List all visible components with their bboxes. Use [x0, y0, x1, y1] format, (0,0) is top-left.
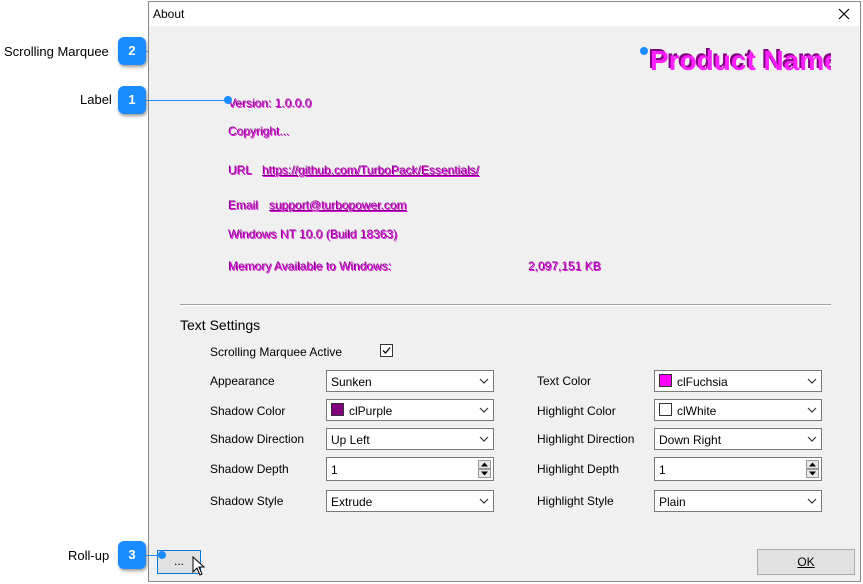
chevron-down-icon	[807, 498, 817, 504]
highlight-color-select[interactable]: clWhite	[654, 399, 822, 421]
url-link[interactable]: https://github.com/TurboPack/Essentials/	[263, 164, 480, 178]
spin-down-button[interactable]	[806, 469, 819, 478]
marquee-active-checkbox[interactable]	[380, 344, 393, 357]
callout-dot-1	[224, 96, 232, 104]
chevron-down-icon	[807, 407, 817, 413]
marquee-text: Product Name	[650, 45, 831, 76]
highlight-direction-value: Down Right	[659, 433, 722, 447]
title-bar: About	[149, 2, 860, 26]
text-color-select[interactable]: clFuchsia	[654, 370, 822, 392]
highlight-depth-value: 1	[659, 463, 666, 477]
callout-badge-2: 2	[118, 37, 146, 65]
shadow-color-label: Shadow Color	[210, 404, 286, 418]
shadow-style-label: Shadow Style	[210, 494, 284, 508]
highlight-direction-label: Highlight Direction	[537, 432, 635, 446]
callout-badge-1: 1	[118, 86, 146, 114]
text-settings-title: Text Settings	[180, 317, 261, 333]
about-dialog: About Product Name Version: 1.0.0.0 Copy…	[148, 1, 861, 582]
shadow-depth-spinner[interactable]: 1	[326, 457, 494, 481]
shadow-color-select[interactable]: clPurple	[326, 399, 494, 421]
callout-dot-2	[640, 47, 648, 55]
appearance-value: Sunken	[331, 375, 372, 389]
highlight-direction-select[interactable]: Down Right	[654, 428, 822, 450]
scrolling-marquee: Product Name	[650, 42, 831, 84]
chevron-down-icon	[479, 407, 489, 413]
mouse-pointer-icon	[192, 556, 206, 576]
chevron-down-icon	[479, 436, 489, 442]
shadow-style-value: Extrude	[331, 495, 373, 509]
close-icon[interactable]	[834, 4, 854, 24]
memory-label: Memory Available to Windows:	[229, 260, 393, 274]
version-label: Version: 1.0.0.0	[229, 97, 313, 111]
email-link-wrap: support@turbopower.com	[270, 199, 408, 213]
text-color-value: clFuchsia	[677, 375, 728, 389]
url-label: URL	[229, 164, 254, 178]
chevron-down-icon	[807, 378, 817, 384]
url-link-wrap: https://github.com/TurboPack/Essentials/	[263, 164, 480, 178]
copyright-label: Copyright...	[229, 125, 291, 139]
triangle-up-icon	[809, 462, 816, 467]
highlight-style-select[interactable]: Plain	[654, 490, 822, 512]
spin-up-button[interactable]	[806, 460, 819, 469]
email-label: Email	[229, 199, 260, 213]
callout-label-label: Label	[80, 92, 112, 107]
highlight-color-label: Highlight Color	[537, 404, 616, 418]
callout-line-1	[146, 100, 228, 101]
chevron-down-icon	[479, 378, 489, 384]
spin-down-button[interactable]	[478, 469, 491, 478]
highlight-depth-spin-buttons	[806, 460, 819, 478]
highlight-color-value: clWhite	[677, 404, 717, 418]
callout-dot-3	[158, 551, 166, 559]
spin-up-button[interactable]	[478, 460, 491, 469]
window-title: About	[153, 7, 185, 21]
text-color-label: Text Color	[537, 374, 592, 388]
highlight-style-label: Highlight Style	[537, 494, 614, 508]
shadow-direction-select[interactable]: Up Left	[326, 428, 494, 450]
chevron-down-icon	[479, 498, 489, 504]
text-color-swatch	[659, 374, 672, 387]
shadow-direction-label: Shadow Direction	[210, 432, 305, 446]
shadow-depth-value: 1	[331, 463, 338, 477]
shadow-depth-label: Shadow Depth	[210, 462, 289, 476]
check-icon	[382, 347, 391, 354]
callout-label-scrolling-marquee: Scrolling Marquee	[4, 44, 109, 59]
callout-badge-3: 3	[118, 541, 146, 569]
highlight-style-value: Plain	[659, 495, 686, 509]
triangle-down-icon	[809, 471, 816, 476]
appearance-select[interactable]: Sunken	[326, 370, 494, 392]
chevron-down-icon	[807, 436, 817, 442]
email-link[interactable]: support@turbopower.com	[270, 199, 408, 213]
highlight-depth-spinner[interactable]: 1	[654, 457, 822, 481]
highlight-depth-label: Highlight Depth	[537, 462, 620, 476]
marquee-active-label: Scrolling Marquee Active	[210, 345, 343, 359]
shadow-color-value: clPurple	[349, 404, 393, 418]
memory-value: 2,097,151 KB	[529, 260, 602, 274]
os-label: Windows NT 10.0 (Build 18363)	[229, 228, 399, 242]
shadow-color-swatch	[331, 403, 344, 416]
divider	[180, 304, 831, 306]
appearance-label: Appearance	[210, 374, 275, 388]
triangle-up-icon	[481, 462, 488, 467]
triangle-down-icon	[481, 471, 488, 476]
shadow-style-select[interactable]: Extrude	[326, 490, 494, 512]
ok-button[interactable]: OK	[757, 549, 855, 575]
callout-label-rollup: Roll-up	[68, 548, 110, 563]
shadow-direction-value: Up Left	[331, 433, 370, 447]
highlight-color-swatch	[659, 403, 672, 416]
shadow-depth-spin-buttons	[478, 460, 491, 478]
